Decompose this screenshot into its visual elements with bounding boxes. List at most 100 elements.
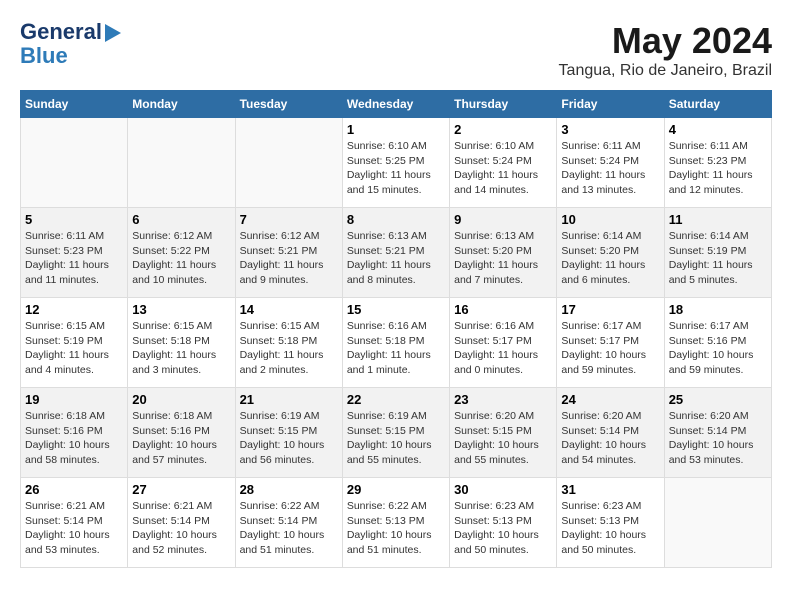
day-info: Sunrise: 6:13 AM Sunset: 5:20 PM Dayligh… xyxy=(454,229,552,288)
day-number: 19 xyxy=(25,392,123,407)
day-number: 16 xyxy=(454,302,552,317)
day-number: 24 xyxy=(561,392,659,407)
calendar-week-row: 26 Sunrise: 6:21 AM Sunset: 5:14 PM Dayli… xyxy=(21,478,772,568)
calendar-cell: 3 Sunrise: 6:11 AM Sunset: 5:24 PM Daylig… xyxy=(557,118,664,208)
calendar-cell: 17 Sunrise: 6:17 AM Sunset: 5:17 PM Dayli… xyxy=(557,298,664,388)
day-number: 3 xyxy=(561,122,659,137)
day-info: Sunrise: 6:21 AM Sunset: 5:14 PM Dayligh… xyxy=(25,499,123,558)
day-info: Sunrise: 6:20 AM Sunset: 5:15 PM Dayligh… xyxy=(454,409,552,468)
calendar-cell xyxy=(21,118,128,208)
calendar-cell: 11 Sunrise: 6:14 AM Sunset: 5:19 PM Dayli… xyxy=(664,208,771,298)
calendar-week-row: 5 Sunrise: 6:11 AM Sunset: 5:23 PM Daylig… xyxy=(21,208,772,298)
calendar-cell: 5 Sunrise: 6:11 AM Sunset: 5:23 PM Daylig… xyxy=(21,208,128,298)
day-info: Sunrise: 6:11 AM Sunset: 5:24 PM Dayligh… xyxy=(561,139,659,198)
day-number: 28 xyxy=(240,482,338,497)
header-friday: Friday xyxy=(557,91,664,118)
calendar-cell: 9 Sunrise: 6:13 AM Sunset: 5:20 PM Daylig… xyxy=(450,208,557,298)
calendar-cell: 6 Sunrise: 6:12 AM Sunset: 5:22 PM Daylig… xyxy=(128,208,235,298)
day-info: Sunrise: 6:14 AM Sunset: 5:19 PM Dayligh… xyxy=(669,229,767,288)
day-info: Sunrise: 6:16 AM Sunset: 5:17 PM Dayligh… xyxy=(454,319,552,378)
day-info: Sunrise: 6:23 AM Sunset: 5:13 PM Dayligh… xyxy=(454,499,552,558)
calendar-cell: 16 Sunrise: 6:16 AM Sunset: 5:17 PM Dayli… xyxy=(450,298,557,388)
header-saturday: Saturday xyxy=(664,91,771,118)
day-number: 27 xyxy=(132,482,230,497)
day-number: 9 xyxy=(454,212,552,227)
header-monday: Monday xyxy=(128,91,235,118)
day-number: 11 xyxy=(669,212,767,227)
page-header: General Blue May 2024 Tangua, Rio de Jan… xyxy=(20,20,772,80)
day-info: Sunrise: 6:18 AM Sunset: 5:16 PM Dayligh… xyxy=(25,409,123,468)
calendar-cell: 27 Sunrise: 6:21 AM Sunset: 5:14 PM Dayli… xyxy=(128,478,235,568)
day-info: Sunrise: 6:12 AM Sunset: 5:22 PM Dayligh… xyxy=(132,229,230,288)
day-info: Sunrise: 6:13 AM Sunset: 5:21 PM Dayligh… xyxy=(347,229,445,288)
day-info: Sunrise: 6:23 AM Sunset: 5:13 PM Dayligh… xyxy=(561,499,659,558)
calendar-cell: 28 Sunrise: 6:22 AM Sunset: 5:14 PM Dayli… xyxy=(235,478,342,568)
day-info: Sunrise: 6:12 AM Sunset: 5:21 PM Dayligh… xyxy=(240,229,338,288)
day-number: 13 xyxy=(132,302,230,317)
day-number: 5 xyxy=(25,212,123,227)
calendar-cell: 22 Sunrise: 6:19 AM Sunset: 5:15 PM Dayli… xyxy=(342,388,449,478)
calendar-header-row: SundayMondayTuesdayWednesdayThursdayFrid… xyxy=(21,91,772,118)
calendar-cell: 15 Sunrise: 6:16 AM Sunset: 5:18 PM Dayli… xyxy=(342,298,449,388)
day-info: Sunrise: 6:21 AM Sunset: 5:14 PM Dayligh… xyxy=(132,499,230,558)
calendar-cell: 2 Sunrise: 6:10 AM Sunset: 5:24 PM Daylig… xyxy=(450,118,557,208)
day-info: Sunrise: 6:10 AM Sunset: 5:24 PM Dayligh… xyxy=(454,139,552,198)
day-number: 10 xyxy=(561,212,659,227)
day-info: Sunrise: 6:15 AM Sunset: 5:19 PM Dayligh… xyxy=(25,319,123,378)
day-info: Sunrise: 6:11 AM Sunset: 5:23 PM Dayligh… xyxy=(669,139,767,198)
day-info: Sunrise: 6:22 AM Sunset: 5:14 PM Dayligh… xyxy=(240,499,338,558)
calendar-cell: 26 Sunrise: 6:21 AM Sunset: 5:14 PM Dayli… xyxy=(21,478,128,568)
day-number: 6 xyxy=(132,212,230,227)
day-number: 17 xyxy=(561,302,659,317)
day-number: 18 xyxy=(669,302,767,317)
calendar-cell: 31Sunrise: 6:23 AM Sunset: 5:13 PM Dayli… xyxy=(557,478,664,568)
calendar-cell: 23Sunrise: 6:20 AM Sunset: 5:15 PM Dayli… xyxy=(450,388,557,478)
day-number: 2 xyxy=(454,122,552,137)
day-number: 4 xyxy=(669,122,767,137)
day-number: 1 xyxy=(347,122,445,137)
day-number: 12 xyxy=(25,302,123,317)
day-info: Sunrise: 6:17 AM Sunset: 5:17 PM Dayligh… xyxy=(561,319,659,378)
header-thursday: Thursday xyxy=(450,91,557,118)
header-tuesday: Tuesday xyxy=(235,91,342,118)
day-number: 8 xyxy=(347,212,445,227)
day-info: Sunrise: 6:10 AM Sunset: 5:25 PM Dayligh… xyxy=(347,139,445,198)
day-info: Sunrise: 6:15 AM Sunset: 5:18 PM Dayligh… xyxy=(240,319,338,378)
logo-blue: Blue xyxy=(20,44,68,68)
day-number: 14 xyxy=(240,302,338,317)
calendar-cell: 24 Sunrise: 6:20 AM Sunset: 5:14 PM Dayli… xyxy=(557,388,664,478)
calendar-cell: 29Sunrise: 6:22 AM Sunset: 5:13 PM Dayli… xyxy=(342,478,449,568)
title-section: May 2024 Tangua, Rio de Janeiro, Brazil xyxy=(559,20,772,80)
day-number: 25 xyxy=(669,392,767,407)
logo: General Blue xyxy=(20,20,121,68)
day-info: Sunrise: 6:11 AM Sunset: 5:23 PM Dayligh… xyxy=(25,229,123,288)
day-number: 15 xyxy=(347,302,445,317)
day-number: 7 xyxy=(240,212,338,227)
day-number: 26 xyxy=(25,482,123,497)
header-wednesday: Wednesday xyxy=(342,91,449,118)
calendar-cell: 12 Sunrise: 6:15 AM Sunset: 5:19 PM Dayli… xyxy=(21,298,128,388)
day-info: Sunrise: 6:16 AM Sunset: 5:18 PM Dayligh… xyxy=(347,319,445,378)
calendar-cell: 19 Sunrise: 6:18 AM Sunset: 5:16 PM Dayli… xyxy=(21,388,128,478)
month-title: May 2024 xyxy=(559,20,772,62)
day-info: Sunrise: 6:18 AM Sunset: 5:16 PM Dayligh… xyxy=(132,409,230,468)
day-number: 30 xyxy=(454,482,552,497)
day-info: Sunrise: 6:19 AM Sunset: 5:15 PM Dayligh… xyxy=(240,409,338,468)
day-number: 20 xyxy=(132,392,230,407)
calendar-cell: 21Sunrise: 6:19 AM Sunset: 5:15 PM Dayli… xyxy=(235,388,342,478)
day-info: Sunrise: 6:20 AM Sunset: 5:14 PM Dayligh… xyxy=(669,409,767,468)
calendar-cell: 14 Sunrise: 6:15 AM Sunset: 5:18 PM Dayli… xyxy=(235,298,342,388)
calendar-week-row: 1 Sunrise: 6:10 AM Sunset: 5:25 PM Daylig… xyxy=(21,118,772,208)
location: Tangua, Rio de Janeiro, Brazil xyxy=(559,62,772,80)
day-number: 22 xyxy=(347,392,445,407)
day-info: Sunrise: 6:20 AM Sunset: 5:14 PM Dayligh… xyxy=(561,409,659,468)
calendar-cell: 13Sunrise: 6:15 AM Sunset: 5:18 PM Dayli… xyxy=(128,298,235,388)
day-info: Sunrise: 6:17 AM Sunset: 5:16 PM Dayligh… xyxy=(669,319,767,378)
day-number: 29 xyxy=(347,482,445,497)
calendar-week-row: 12 Sunrise: 6:15 AM Sunset: 5:19 PM Dayli… xyxy=(21,298,772,388)
calendar-cell: 4 Sunrise: 6:11 AM Sunset: 5:23 PM Daylig… xyxy=(664,118,771,208)
logo-general: General xyxy=(20,20,102,44)
day-info: Sunrise: 6:19 AM Sunset: 5:15 PM Dayligh… xyxy=(347,409,445,468)
calendar-cell: 10Sunrise: 6:14 AM Sunset: 5:20 PM Dayli… xyxy=(557,208,664,298)
calendar-cell: 30 Sunrise: 6:23 AM Sunset: 5:13 PM Dayli… xyxy=(450,478,557,568)
